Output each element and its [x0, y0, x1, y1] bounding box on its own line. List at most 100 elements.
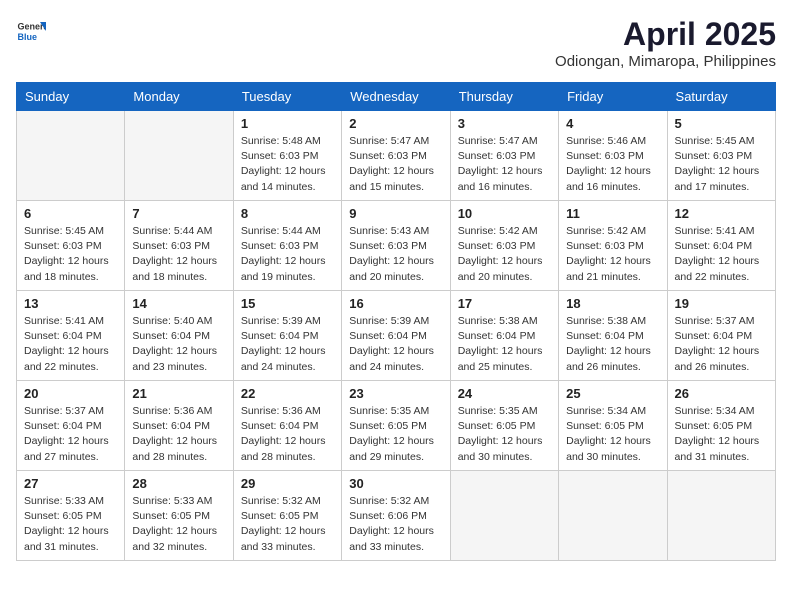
day-number: 23	[349, 386, 442, 401]
day-number: 30	[349, 476, 442, 491]
calendar-cell: 22 Sunrise: 5:36 AMSunset: 6:04 PMDayligh…	[233, 381, 341, 471]
calendar-cell	[559, 471, 667, 561]
weekday-header-thursday: Thursday	[450, 83, 558, 111]
calendar-cell: 11 Sunrise: 5:42 AMSunset: 6:03 PMDayligh…	[559, 201, 667, 291]
calendar-cell	[125, 111, 233, 201]
cell-info: Sunrise: 5:46 AMSunset: 6:03 PMDaylight:…	[566, 134, 659, 195]
cell-info: Sunrise: 5:33 AMSunset: 6:05 PMDaylight:…	[24, 494, 117, 555]
cell-info: Sunrise: 5:43 AMSunset: 6:03 PMDaylight:…	[349, 224, 442, 285]
week-row-2: 6 Sunrise: 5:45 AMSunset: 6:03 PMDaylight…	[17, 201, 776, 291]
day-number: 17	[458, 296, 551, 311]
cell-info: Sunrise: 5:41 AMSunset: 6:04 PMDaylight:…	[24, 314, 117, 375]
weekday-header-friday: Friday	[559, 83, 667, 111]
day-number: 14	[132, 296, 225, 311]
cell-info: Sunrise: 5:48 AMSunset: 6:03 PMDaylight:…	[241, 134, 334, 195]
calendar-cell: 6 Sunrise: 5:45 AMSunset: 6:03 PMDaylight…	[17, 201, 125, 291]
day-number: 18	[566, 296, 659, 311]
weekday-header-row: SundayMondayTuesdayWednesdayThursdayFrid…	[17, 83, 776, 111]
calendar-cell: 2 Sunrise: 5:47 AMSunset: 6:03 PMDaylight…	[342, 111, 450, 201]
calendar-cell: 28 Sunrise: 5:33 AMSunset: 6:05 PMDayligh…	[125, 471, 233, 561]
cell-info: Sunrise: 5:45 AMSunset: 6:03 PMDaylight:…	[675, 134, 768, 195]
calendar-cell: 17 Sunrise: 5:38 AMSunset: 6:04 PMDayligh…	[450, 291, 558, 381]
calendar-cell: 7 Sunrise: 5:44 AMSunset: 6:03 PMDaylight…	[125, 201, 233, 291]
calendar-cell: 9 Sunrise: 5:43 AMSunset: 6:03 PMDaylight…	[342, 201, 450, 291]
cell-info: Sunrise: 5:36 AMSunset: 6:04 PMDaylight:…	[132, 404, 225, 465]
week-row-3: 13 Sunrise: 5:41 AMSunset: 6:04 PMDayligh…	[17, 291, 776, 381]
calendar-cell: 23 Sunrise: 5:35 AMSunset: 6:05 PMDayligh…	[342, 381, 450, 471]
calendar-cell	[450, 471, 558, 561]
cell-info: Sunrise: 5:33 AMSunset: 6:05 PMDaylight:…	[132, 494, 225, 555]
week-row-5: 27 Sunrise: 5:33 AMSunset: 6:05 PMDayligh…	[17, 471, 776, 561]
cell-info: Sunrise: 5:32 AMSunset: 6:06 PMDaylight:…	[349, 494, 442, 555]
day-number: 22	[241, 386, 334, 401]
cell-info: Sunrise: 5:37 AMSunset: 6:04 PMDaylight:…	[675, 314, 768, 375]
day-number: 19	[675, 296, 768, 311]
cell-info: Sunrise: 5:41 AMSunset: 6:04 PMDaylight:…	[675, 224, 768, 285]
calendar-cell: 4Sunrise: 5:46 AMSunset: 6:03 PMDaylight…	[559, 111, 667, 201]
day-number: 1	[241, 116, 334, 131]
cell-info: Sunrise: 5:47 AMSunset: 6:03 PMDaylight:…	[349, 134, 442, 195]
day-number: 26	[675, 386, 768, 401]
month-title: April 2025	[555, 16, 776, 53]
cell-info: Sunrise: 5:42 AMSunset: 6:03 PMDaylight:…	[566, 224, 659, 285]
calendar-cell: 21 Sunrise: 5:36 AMSunset: 6:04 PMDayligh…	[125, 381, 233, 471]
calendar-cell: 24 Sunrise: 5:35 AMSunset: 6:05 PMDayligh…	[450, 381, 558, 471]
cell-info: Sunrise: 5:38 AMSunset: 6:04 PMDaylight:…	[458, 314, 551, 375]
calendar-cell: 8 Sunrise: 5:44 AMSunset: 6:03 PMDaylight…	[233, 201, 341, 291]
weekday-header-wednesday: Wednesday	[342, 83, 450, 111]
cell-info: Sunrise: 5:35 AMSunset: 6:05 PMDaylight:…	[349, 404, 442, 465]
calendar-cell: 26 Sunrise: 5:34 AMSunset: 6:05 PMDayligh…	[667, 381, 775, 471]
calendar-cell: 18Sunrise: 5:38 AMSunset: 6:04 PMDayligh…	[559, 291, 667, 381]
svg-text:Blue: Blue	[18, 32, 38, 42]
cell-info: Sunrise: 5:34 AMSunset: 6:05 PMDaylight:…	[675, 404, 768, 465]
day-number: 12	[675, 206, 768, 221]
day-number: 9	[349, 206, 442, 221]
calendar-cell: 19 Sunrise: 5:37 AMSunset: 6:04 PMDayligh…	[667, 291, 775, 381]
day-number: 6	[24, 206, 117, 221]
calendar-cell: 14Sunrise: 5:40 AMSunset: 6:04 PMDayligh…	[125, 291, 233, 381]
day-number: 13	[24, 296, 117, 311]
weekday-header-tuesday: Tuesday	[233, 83, 341, 111]
calendar-cell: 3Sunrise: 5:47 AMSunset: 6:03 PMDaylight…	[450, 111, 558, 201]
day-number: 8	[241, 206, 334, 221]
day-number: 7	[132, 206, 225, 221]
calendar-cell: 5 Sunrise: 5:45 AMSunset: 6:03 PMDaylight…	[667, 111, 775, 201]
cell-info: Sunrise: 5:42 AMSunset: 6:03 PMDaylight:…	[458, 224, 551, 285]
cell-info: Sunrise: 5:45 AMSunset: 6:03 PMDaylight:…	[24, 224, 117, 285]
calendar-cell: 27 Sunrise: 5:33 AMSunset: 6:05 PMDayligh…	[17, 471, 125, 561]
calendar-cell: 12 Sunrise: 5:41 AMSunset: 6:04 PMDayligh…	[667, 201, 775, 291]
day-number: 27	[24, 476, 117, 491]
calendar-cell	[667, 471, 775, 561]
day-number: 11	[566, 206, 659, 221]
cell-info: Sunrise: 5:44 AMSunset: 6:03 PMDaylight:…	[241, 224, 334, 285]
cell-info: Sunrise: 5:39 AMSunset: 6:04 PMDaylight:…	[241, 314, 334, 375]
day-number: 3	[458, 116, 551, 131]
calendar-cell: 25 Sunrise: 5:34 AMSunset: 6:05 PMDayligh…	[559, 381, 667, 471]
cell-info: Sunrise: 5:32 AMSunset: 6:05 PMDaylight:…	[241, 494, 334, 555]
title-block: April 2025 Odiongan, Mimaropa, Philippin…	[555, 16, 776, 70]
cell-info: Sunrise: 5:35 AMSunset: 6:05 PMDaylight:…	[458, 404, 551, 465]
calendar-cell: 15Sunrise: 5:39 AMSunset: 6:04 PMDayligh…	[233, 291, 341, 381]
logo: General Blue	[16, 16, 46, 46]
day-number: 28	[132, 476, 225, 491]
weekday-header-sunday: Sunday	[17, 83, 125, 111]
calendar-cell: 30 Sunrise: 5:32 AMSunset: 6:06 PMDayligh…	[342, 471, 450, 561]
weekday-header-monday: Monday	[125, 83, 233, 111]
day-number: 2	[349, 116, 442, 131]
logo-icon: General Blue	[16, 16, 46, 46]
cell-info: Sunrise: 5:36 AMSunset: 6:04 PMDaylight:…	[241, 404, 334, 465]
calendar-cell: 29Sunrise: 5:32 AMSunset: 6:05 PMDayligh…	[233, 471, 341, 561]
day-number: 24	[458, 386, 551, 401]
day-number: 16	[349, 296, 442, 311]
location: Odiongan, Mimaropa, Philippines	[555, 53, 776, 70]
day-number: 5	[675, 116, 768, 131]
day-number: 25	[566, 386, 659, 401]
cell-info: Sunrise: 5:34 AMSunset: 6:05 PMDaylight:…	[566, 404, 659, 465]
cell-info: Sunrise: 5:44 AMSunset: 6:03 PMDaylight:…	[132, 224, 225, 285]
day-number: 10	[458, 206, 551, 221]
calendar-cell: 16 Sunrise: 5:39 AMSunset: 6:04 PMDayligh…	[342, 291, 450, 381]
calendar-cell	[17, 111, 125, 201]
day-number: 21	[132, 386, 225, 401]
day-number: 20	[24, 386, 117, 401]
cell-info: Sunrise: 5:39 AMSunset: 6:04 PMDaylight:…	[349, 314, 442, 375]
